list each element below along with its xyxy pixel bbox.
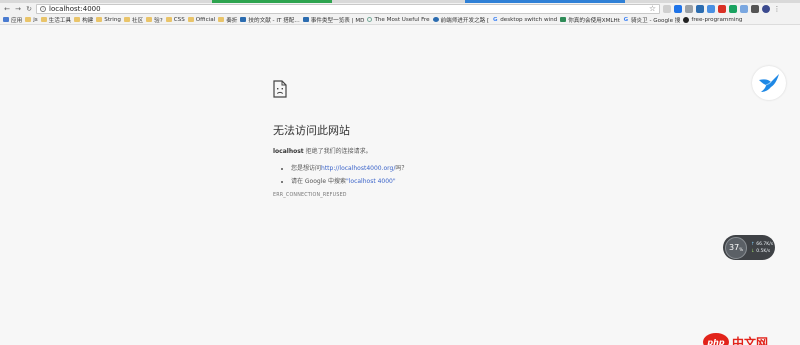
- suggestion-item: 您是想访问http://localhost4000.org/吗？: [291, 163, 573, 172]
- bookmark-item[interactable]: 你真的会使用XMLHt: [560, 16, 620, 24]
- suggested-url-link[interactable]: http://localhost4000.org/: [321, 165, 395, 172]
- arrow-down-icon: ↓: [751, 248, 755, 254]
- bookmark-item[interactable]: The Most Useful Fre: [367, 17, 430, 23]
- tab-indicator-blue: [465, 0, 625, 3]
- download-rate: ↓ 0.5K/s: [751, 248, 771, 254]
- site-icon: [302, 17, 309, 22]
- bird-logo-icon[interactable]: [752, 66, 786, 100]
- suggestion-list: 您是想访问http://localhost4000.org/吗？ 请在 Goog…: [273, 163, 573, 185]
- bookmarks-bar: 应用 js 生活工具 构建 String 社区 验? CSS Official …: [0, 15, 800, 25]
- error-code: ERR_CONNECTION_REFUSED: [273, 193, 347, 198]
- extension-icon[interactable]: [751, 5, 759, 13]
- bookmark-folder[interactable]: 验?: [146, 16, 163, 24]
- google-search-link[interactable]: "localhost 4000": [346, 178, 396, 185]
- speed-rates: ↑ 66.7K/s ↓ 0.5K/s: [751, 241, 773, 255]
- bookmark-item[interactable]: Gdesktop switch wind: [492, 17, 557, 23]
- bookmark-folder[interactable]: 奏折: [218, 16, 237, 24]
- upload-rate: ↑ 66.7K/s: [751, 241, 774, 247]
- github-icon: [683, 16, 690, 23]
- address-bar-url[interactable]: localhost:4000: [49, 5, 646, 13]
- folder-icon: [146, 17, 153, 22]
- extension-icon[interactable]: [685, 5, 693, 13]
- extension-icon[interactable]: [663, 5, 671, 13]
- google-icon: G: [623, 16, 629, 23]
- bookmark-item[interactable]: 应用: [3, 16, 22, 24]
- browser-toolbar: ← → ↻ i localhost:4000 ☆ ⋮: [0, 3, 800, 15]
- extension-icon[interactable]: [674, 5, 682, 13]
- suggestion-item: 请在 Google 中搜索"localhost 4000": [291, 176, 573, 185]
- info-icon[interactable]: i: [40, 6, 46, 12]
- folder-icon: [123, 17, 130, 22]
- folder-icon: [74, 17, 81, 22]
- back-icon[interactable]: ←: [3, 5, 11, 13]
- folder-icon: [165, 17, 172, 22]
- bookmark-folder[interactable]: Official: [187, 17, 215, 23]
- error-host: localhost: [273, 148, 304, 155]
- bookmark-item[interactable]: 技的文献 - IT 搭配...: [240, 16, 300, 24]
- extension-icon[interactable]: [707, 5, 715, 13]
- error-message: 拒绝了我们的连接请求。: [303, 148, 372, 155]
- sad-document-icon: [273, 80, 287, 98]
- tab-strip: [0, 0, 800, 3]
- error-page: 无法访问此网站 localhost 拒绝了我们的连接请求。 您是想访问http:…: [273, 80, 573, 198]
- network-speed-widget[interactable]: 37% ↑ 66.7K/s ↓ 0.5K/s: [723, 235, 775, 260]
- bookmark-folder[interactable]: 构建: [74, 16, 93, 24]
- watermark-text: 中文网: [732, 335, 769, 345]
- address-bar[interactable]: i localhost:4000 ☆: [36, 4, 660, 14]
- folder-icon: [96, 17, 103, 22]
- apps-icon: [3, 17, 9, 22]
- error-title: 无法访问此网站: [273, 124, 350, 137]
- folder-icon: [40, 17, 47, 22]
- reload-icon[interactable]: ↻: [25, 5, 33, 13]
- site-icon: [432, 17, 439, 22]
- extension-icon[interactable]: [729, 5, 737, 13]
- folder-icon: [187, 17, 194, 22]
- memory-percent: 37%: [725, 236, 747, 259]
- menu-icon[interactable]: ⋮: [773, 5, 781, 13]
- bird-icon: [759, 74, 779, 92]
- error-description: localhost 拒绝了我们的连接请求。: [273, 146, 573, 155]
- bookmark-item[interactable]: 事件类型一览表 | MD: [302, 16, 364, 24]
- folder-icon: [25, 17, 32, 22]
- extension-icon[interactable]: [718, 5, 726, 13]
- bookmark-item[interactable]: 前端师进开发之路 [: [432, 16, 489, 24]
- bookmark-folder[interactable]: CSS: [165, 17, 185, 23]
- bookmark-folder[interactable]: 社区: [123, 16, 143, 24]
- bookmark-folder[interactable]: 生活工具: [40, 16, 71, 24]
- extension-icon[interactable]: [696, 5, 704, 13]
- profile-avatar[interactable]: [762, 5, 770, 13]
- bookmark-folder[interactable]: String: [96, 17, 121, 23]
- site-icon: [240, 17, 247, 22]
- extension-icon[interactable]: [740, 5, 748, 13]
- php-logo: php: [703, 333, 729, 345]
- bookmark-folder[interactable]: js: [25, 17, 38, 23]
- bookmark-star-icon[interactable]: ☆: [649, 5, 656, 13]
- tab-indicator-green: [212, 0, 332, 3]
- bookmark-item[interactable]: G 骑炎卫 - Google 搜: [623, 16, 681, 24]
- site-icon: [367, 17, 373, 22]
- forward-icon[interactable]: →: [14, 5, 22, 13]
- watermark: php 中文网: [703, 333, 768, 345]
- arrow-up-icon: ↑: [751, 241, 755, 247]
- google-icon: G: [492, 16, 498, 23]
- bookmark-item[interactable]: free-programming: [683, 16, 742, 23]
- folder-icon: [218, 17, 225, 22]
- site-icon: [560, 17, 567, 22]
